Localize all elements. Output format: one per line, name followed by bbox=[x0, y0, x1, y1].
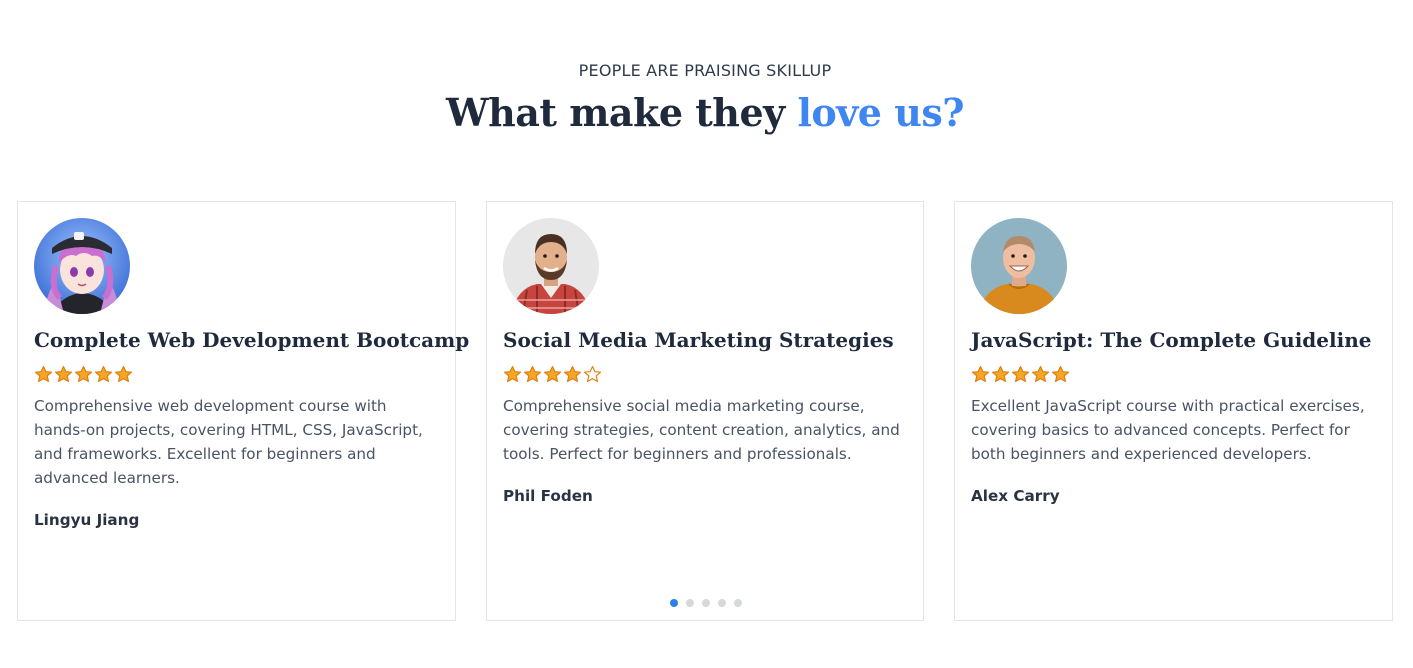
headline-accent-text: love us? bbox=[797, 90, 964, 135]
star-filled-icon bbox=[74, 365, 93, 383]
testimonial-card: JavaScript: The Complete Guideline Excel… bbox=[954, 201, 1393, 621]
star-filled-icon bbox=[543, 365, 562, 383]
star-filled-icon bbox=[1031, 365, 1050, 383]
carousel-pagination bbox=[670, 599, 742, 607]
avatar-image bbox=[34, 218, 130, 314]
reviewer-name: Phil Foden bbox=[503, 487, 593, 505]
avatar-image bbox=[503, 218, 599, 314]
star-filled-icon bbox=[54, 365, 73, 383]
star-filled-icon bbox=[94, 365, 113, 383]
star-filled-icon bbox=[1011, 365, 1030, 383]
star-filled-icon bbox=[523, 365, 542, 383]
anime-girl-avatar bbox=[34, 218, 130, 314]
rating-stars bbox=[34, 365, 133, 384]
course-title: Complete Web Development Bootcamp bbox=[34, 328, 470, 352]
testimonial-card: Complete Web Development Bootcamp Compre… bbox=[17, 201, 470, 621]
course-title: JavaScript: The Complete Guideline bbox=[971, 328, 1372, 352]
review-text: Comprehensive web development course wit… bbox=[34, 397, 423, 487]
avatar-image bbox=[971, 218, 1067, 314]
review-text: Comprehensive social media marketing cou… bbox=[503, 397, 900, 463]
star-filled-icon bbox=[34, 365, 53, 383]
smiling-man-avatar bbox=[971, 218, 1067, 314]
star-filled-icon bbox=[991, 365, 1010, 383]
testimonial-card: Social Media Marketing Strategies Compre… bbox=[486, 201, 924, 621]
rating-stars bbox=[503, 365, 602, 384]
section-headline: What make they love us? bbox=[0, 90, 1410, 135]
section-eyebrow: PEOPLE ARE PRAISING SKILLUP bbox=[578, 61, 832, 80]
headline-main-text: What make they bbox=[445, 90, 798, 135]
bearded-man-avatar bbox=[503, 218, 599, 314]
carousel-dot-5[interactable] bbox=[734, 599, 742, 607]
carousel-dot-1[interactable] bbox=[670, 599, 678, 607]
reviewer-name: Alex Carry bbox=[971, 487, 1060, 505]
carousel-dot-4[interactable] bbox=[718, 599, 726, 607]
reviewer-name: Lingyu Jiang bbox=[34, 511, 140, 529]
star-empty-icon bbox=[583, 365, 602, 383]
star-filled-icon bbox=[971, 365, 990, 383]
star-filled-icon bbox=[114, 365, 133, 383]
carousel-dot-3[interactable] bbox=[702, 599, 710, 607]
star-filled-icon bbox=[503, 365, 522, 383]
course-title: Social Media Marketing Strategies bbox=[503, 328, 894, 352]
review-text: Excellent JavaScript course with practic… bbox=[971, 397, 1365, 463]
carousel-dot-2[interactable] bbox=[686, 599, 694, 607]
rating-stars bbox=[971, 365, 1070, 384]
testimonials-section: PEOPLE ARE PRAISING SKILLUP What make th… bbox=[0, 0, 1413, 668]
star-filled-icon bbox=[563, 365, 582, 383]
star-filled-icon bbox=[1051, 365, 1070, 383]
